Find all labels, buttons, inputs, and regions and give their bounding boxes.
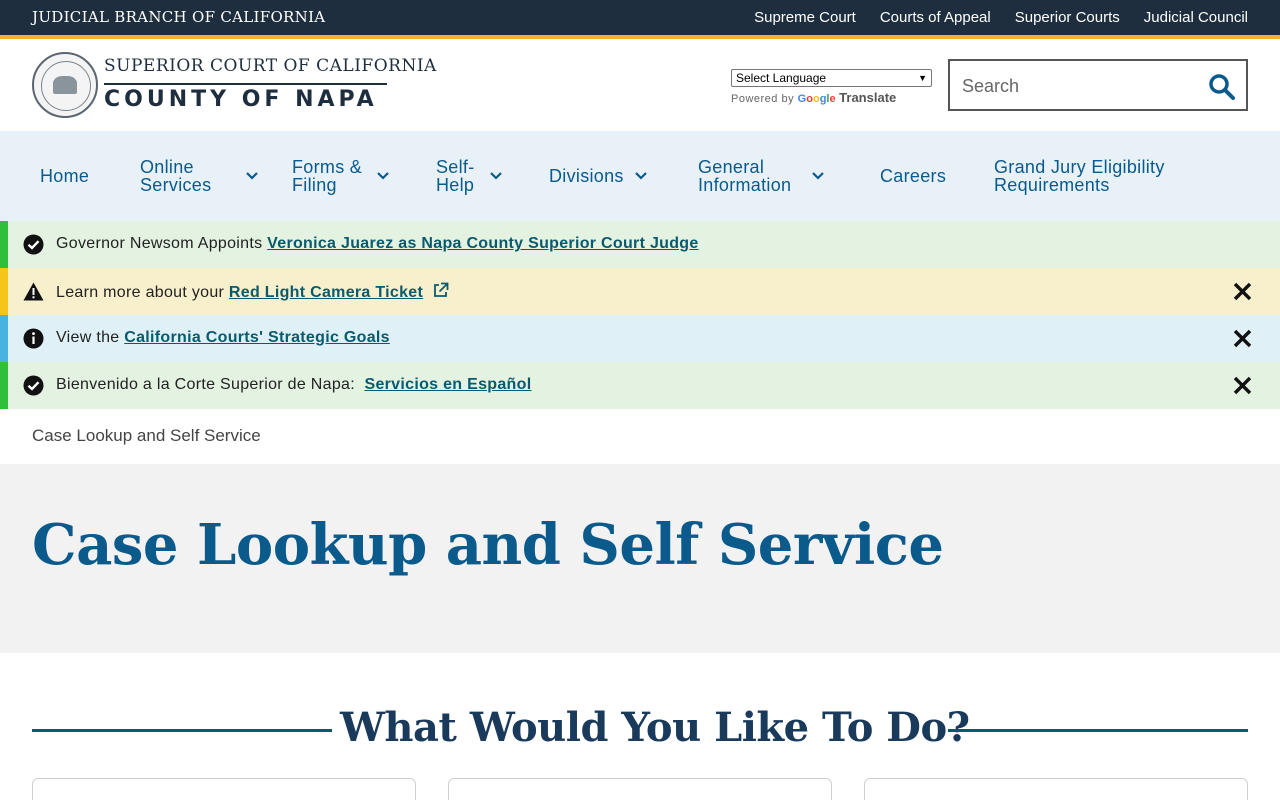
alert-text: Bienvenido a la Corte Superior de Napa: … (56, 376, 532, 393)
alert-link-red-light-camera[interactable]: Red Light Camera Ticket (229, 284, 423, 301)
powered-by-label: Powered by (731, 93, 795, 105)
alert-link-servicios-espanol[interactable]: Servicios en Español (364, 376, 531, 393)
court-name-divider (104, 83, 387, 85)
chevron-down-icon (634, 172, 647, 180)
page-hero: Case Lookup and Self Service (0, 464, 1280, 653)
alert-info: View the California Courts' Strategic Go… (0, 315, 1280, 362)
nav-item-divisions[interactable]: Divisions (549, 131, 648, 221)
action-card[interactable] (864, 778, 1248, 800)
alert-text: Governor Newsom Appoints Veronica Juarez… (56, 235, 699, 252)
action-card[interactable] (448, 778, 832, 800)
check-circle-icon (23, 375, 44, 396)
check-circle-icon (23, 234, 44, 255)
alert-link-judge-appointment[interactable]: Veronica Juarez as Napa County Superior … (267, 235, 698, 252)
heading-rule-left (32, 729, 332, 732)
google-translate-credit: Powered by Google Translate (731, 90, 896, 105)
nav-item-home[interactable]: Home (40, 131, 89, 221)
close-icon[interactable] (1233, 282, 1252, 301)
chevron-down-icon (246, 172, 259, 180)
alert-stripe (0, 268, 8, 315)
court-name-line2[interactable]: COUNTY OF NAPA (104, 87, 378, 112)
alert-stripe (0, 221, 8, 268)
heading-rule-right (948, 729, 1248, 732)
search-icon[interactable] (1208, 73, 1236, 101)
top-utility-bar: JUDICIAL BRANCH OF CALIFORNIA Supreme Co… (0, 0, 1280, 35)
alert-text: View the California Courts' Strategic Go… (56, 329, 390, 346)
section-heading: What Would You Like To Do? (0, 700, 1280, 760)
section-title: What Would You Like To Do? (340, 704, 970, 751)
warning-triangle-icon (23, 282, 44, 301)
top-links: Supreme Court Courts of Appeal Superior … (754, 9, 1248, 26)
language-select[interactable]: Select Language ▼ (731, 69, 932, 87)
alert-warning: Learn more about your Red Light Camera T… (0, 268, 1280, 315)
action-card[interactable] (32, 778, 416, 800)
external-link-icon[interactable] (432, 282, 449, 299)
page-title: Case Lookup and Self Service (32, 512, 944, 578)
nav-item-general-information[interactable]: General Information (698, 131, 825, 221)
court-seal-icon[interactable] (32, 52, 98, 118)
chevron-down-icon: ▼ (918, 73, 927, 83)
main-navigation: Home Online Services Forms & Filing Self- H… (0, 131, 1280, 221)
top-link-superior-courts[interactable]: Superior Courts (1015, 9, 1120, 26)
nav-item-self-help[interactable]: Self- Help (436, 131, 503, 221)
chevron-down-icon (489, 172, 502, 180)
judicial-branch-name: JUDICIAL BRANCH OF CALIFORNIA (32, 8, 326, 26)
site-header: SUPERIOR COURT OF CALIFORNIA COUNTY OF N… (0, 39, 1280, 131)
top-link-judicial-council[interactable]: Judicial Council (1144, 9, 1248, 26)
info-circle-icon (23, 328, 44, 349)
close-icon[interactable] (1233, 376, 1252, 395)
alert-success: Governor Newsom Appoints Veronica Juarez… (0, 221, 1280, 268)
alert-stripe (0, 315, 8, 362)
search-input[interactable] (962, 73, 1192, 99)
court-name-line1[interactable]: SUPERIOR COURT OF CALIFORNIA (104, 56, 437, 76)
alert-link-strategic-goals[interactable]: California Courts' Strategic Goals (124, 329, 390, 346)
top-link-supreme-court[interactable]: Supreme Court (754, 9, 856, 26)
breadcrumb: Case Lookup and Self Service (32, 426, 261, 445)
nav-item-grand-jury-eligibility[interactable]: Grand Jury Eligibility Requirements (994, 131, 1165, 221)
chevron-down-icon (377, 172, 389, 180)
close-icon[interactable] (1233, 329, 1252, 348)
nav-item-forms-filing[interactable]: Forms & Filing (292, 131, 390, 221)
top-link-courts-of-appeal[interactable]: Courts of Appeal (880, 9, 991, 26)
alert-text: Learn more about your Red Light Camera T… (56, 282, 449, 302)
translate-label[interactable]: Translate (839, 90, 896, 105)
chevron-down-icon (812, 172, 825, 180)
alert-stripe (0, 362, 8, 409)
nav-item-online-services[interactable]: Online Services (140, 131, 259, 221)
search-box (948, 59, 1248, 111)
alert-success-spanish: Bienvenido a la Corte Superior de Napa: … (0, 362, 1280, 409)
nav-item-careers[interactable]: Careers (880, 131, 946, 221)
language-select-value: Select Language (736, 71, 827, 85)
google-logo: Google (797, 93, 836, 105)
